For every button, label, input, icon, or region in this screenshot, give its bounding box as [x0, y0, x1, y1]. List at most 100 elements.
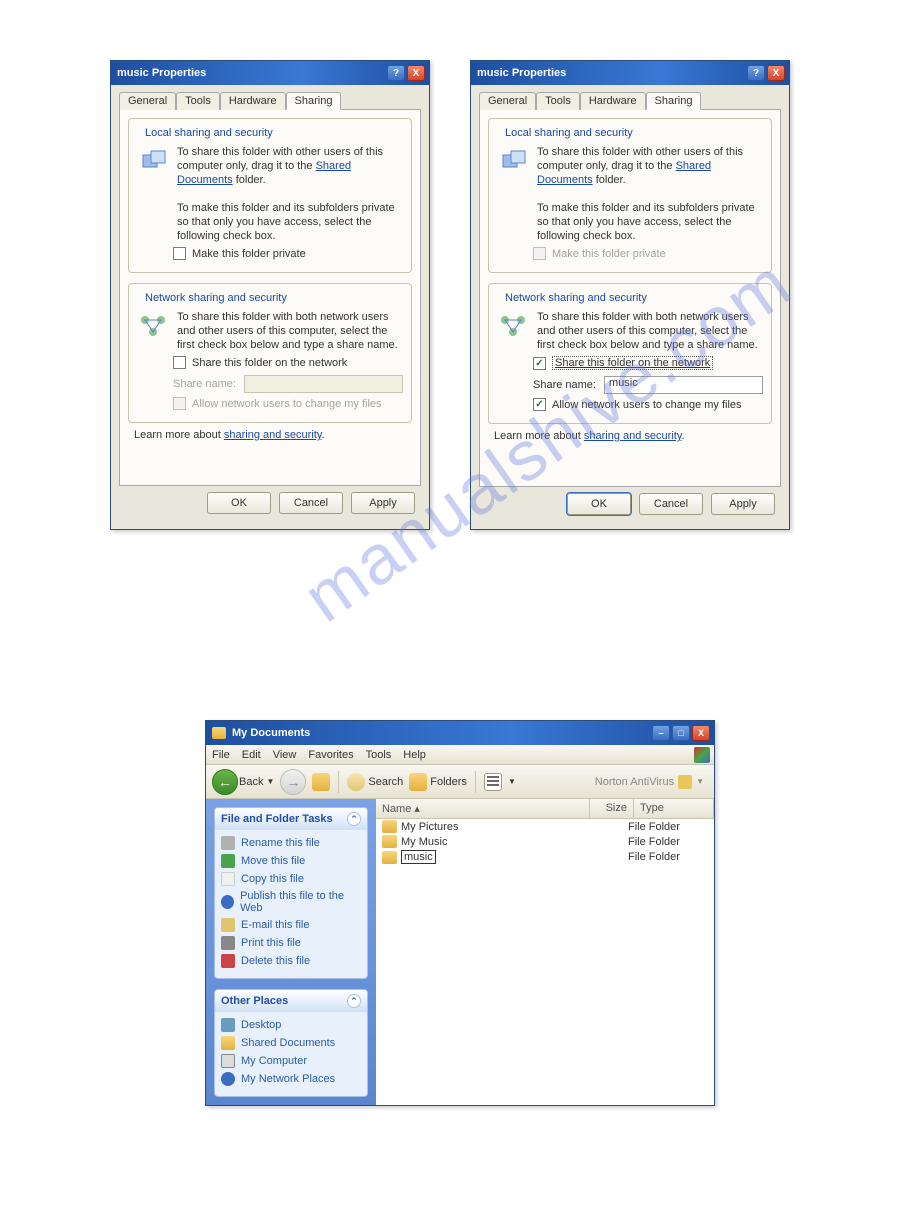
place-desktop[interactable]: Desktop — [221, 1016, 361, 1034]
chevron-down-icon[interactable]: ▼ — [696, 777, 704, 786]
collapse-icon[interactable]: ⌃ — [347, 994, 361, 1008]
tab-sharing[interactable]: Sharing — [646, 92, 702, 110]
window-title: music Properties — [117, 67, 206, 79]
task-move-label: Move this file — [241, 855, 305, 867]
list-item[interactable]: My Pictures File Folder — [376, 819, 714, 834]
folders-icon[interactable] — [409, 773, 427, 791]
group-network-legend: Network sharing and security — [141, 292, 291, 304]
menu-edit[interactable]: Edit — [242, 749, 261, 761]
titlebar[interactable]: My Documents – □ X — [206, 721, 714, 745]
place-computer[interactable]: My Computer — [221, 1052, 361, 1070]
tab-general[interactable]: General — [119, 92, 176, 110]
apply-button[interactable]: Apply — [711, 493, 775, 515]
ok-button[interactable]: OK — [207, 492, 271, 514]
task-email-label: E-mail this file — [241, 919, 309, 931]
column-size[interactable]: Size — [590, 799, 634, 818]
task-delete[interactable]: Delete this file — [221, 952, 361, 970]
place-network[interactable]: My Network Places — [221, 1070, 361, 1088]
back-button[interactable]: ← — [212, 769, 238, 795]
titlebar[interactable]: music Properties ? X — [111, 61, 429, 85]
separator — [338, 771, 339, 793]
network-text: To share this folder with both network u… — [177, 310, 403, 352]
apply-button[interactable]: Apply — [351, 492, 415, 514]
column-type[interactable]: Type — [634, 799, 714, 818]
panel-tasks-title: File and Folder Tasks — [221, 813, 333, 825]
folders-label[interactable]: Folders — [430, 776, 467, 788]
tab-hardware[interactable]: Hardware — [580, 92, 646, 110]
search-icon[interactable] — [347, 773, 365, 791]
move-icon — [221, 854, 235, 868]
task-copy-label: Copy this file — [241, 873, 304, 885]
antivirus-label[interactable]: Norton AntiVirus — [595, 776, 674, 788]
collapse-icon[interactable]: ⌃ — [347, 812, 361, 826]
properties-dialog-left: music Properties ? X General Tools Hardw… — [110, 60, 430, 530]
list-item[interactable]: My Music File Folder — [376, 834, 714, 849]
share-network-checkbox[interactable] — [533, 357, 546, 370]
task-email[interactable]: E-mail this file — [221, 916, 361, 934]
learn-pre: Learn more about — [134, 429, 224, 441]
folder-icon — [382, 835, 397, 848]
group-network-sharing: Network sharing and security To share th… — [128, 283, 412, 423]
share-network-checkbox[interactable] — [173, 356, 186, 369]
task-publish[interactable]: Publish this file to the Web — [221, 888, 361, 916]
search-label[interactable]: Search — [368, 776, 403, 788]
sidebar: File and Folder Tasks ⌃ Rename this file… — [206, 799, 376, 1105]
place-desktop-label: Desktop — [241, 1019, 281, 1031]
group-local-sharing: Local sharing and security To share this… — [128, 118, 412, 273]
file-name[interactable]: music — [401, 850, 436, 864]
maximize-button[interactable]: □ — [672, 725, 690, 741]
network-icon — [221, 1072, 235, 1086]
cancel-button[interactable]: Cancel — [279, 492, 343, 514]
tab-tools[interactable]: Tools — [536, 92, 580, 110]
menu-tools[interactable]: Tools — [366, 749, 392, 761]
list-item[interactable]: music File Folder — [376, 849, 714, 865]
folder-icon — [382, 851, 397, 864]
task-print[interactable]: Print this file — [221, 934, 361, 952]
help-button[interactable]: ? — [387, 65, 405, 81]
task-move[interactable]: Move this file — [221, 852, 361, 870]
group-local-sharing: Local sharing and security To share this… — [488, 118, 772, 273]
column-name[interactable]: Name ▴ — [376, 799, 590, 818]
file-list: Name ▴ Size Type My Pictures File Folder… — [376, 799, 714, 1105]
minimize-button[interactable]: – — [652, 725, 670, 741]
cancel-button[interactable]: Cancel — [639, 493, 703, 515]
help-button[interactable]: ? — [747, 65, 765, 81]
views-button[interactable] — [484, 773, 502, 791]
chevron-down-icon[interactable]: ▼ — [266, 777, 274, 786]
desktop-icon — [221, 1018, 235, 1032]
network-share-icon — [497, 310, 529, 342]
close-button[interactable]: X — [407, 65, 425, 81]
task-rename[interactable]: Rename this file — [221, 834, 361, 852]
tab-tools[interactable]: Tools — [176, 92, 220, 110]
task-copy[interactable]: Copy this file — [221, 870, 361, 888]
group-local-legend: Local sharing and security — [141, 127, 277, 139]
panel-places: Other Places ⌃ Desktop Shared Documents … — [214, 989, 368, 1097]
copy-icon — [221, 872, 235, 886]
share-name-input[interactable]: music — [604, 376, 763, 394]
titlebar[interactable]: music Properties ? X — [471, 61, 789, 85]
toolbar: ← Back ▼ → Search Folders ▼ — [206, 765, 714, 799]
close-button[interactable]: X — [767, 65, 785, 81]
learn-link[interactable]: sharing and security — [224, 429, 322, 441]
make-private-checkbox[interactable] — [173, 247, 186, 260]
group-local-legend: Local sharing and security — [501, 127, 637, 139]
allow-change-checkbox[interactable] — [533, 398, 546, 411]
chevron-down-icon[interactable]: ▼ — [508, 777, 516, 786]
tab-sharing[interactable]: Sharing — [286, 92, 342, 110]
ok-button[interactable]: OK — [567, 493, 631, 515]
close-button[interactable]: X — [692, 725, 710, 741]
computer-icon — [221, 1054, 235, 1068]
menu-bar: File Edit View Favorites Tools Help — [206, 745, 714, 765]
up-folder-icon[interactable] — [312, 773, 330, 791]
learn-link[interactable]: sharing and security — [584, 430, 682, 442]
tab-general[interactable]: General — [479, 92, 536, 110]
menu-view[interactable]: View — [273, 749, 297, 761]
print-icon — [221, 936, 235, 950]
forward-button[interactable]: → — [280, 769, 306, 795]
menu-help[interactable]: Help — [403, 749, 426, 761]
place-shared[interactable]: Shared Documents — [221, 1034, 361, 1052]
file-name: My Music — [401, 836, 447, 848]
tab-hardware[interactable]: Hardware — [220, 92, 286, 110]
menu-file[interactable]: File — [212, 749, 230, 761]
menu-favorites[interactable]: Favorites — [308, 749, 353, 761]
